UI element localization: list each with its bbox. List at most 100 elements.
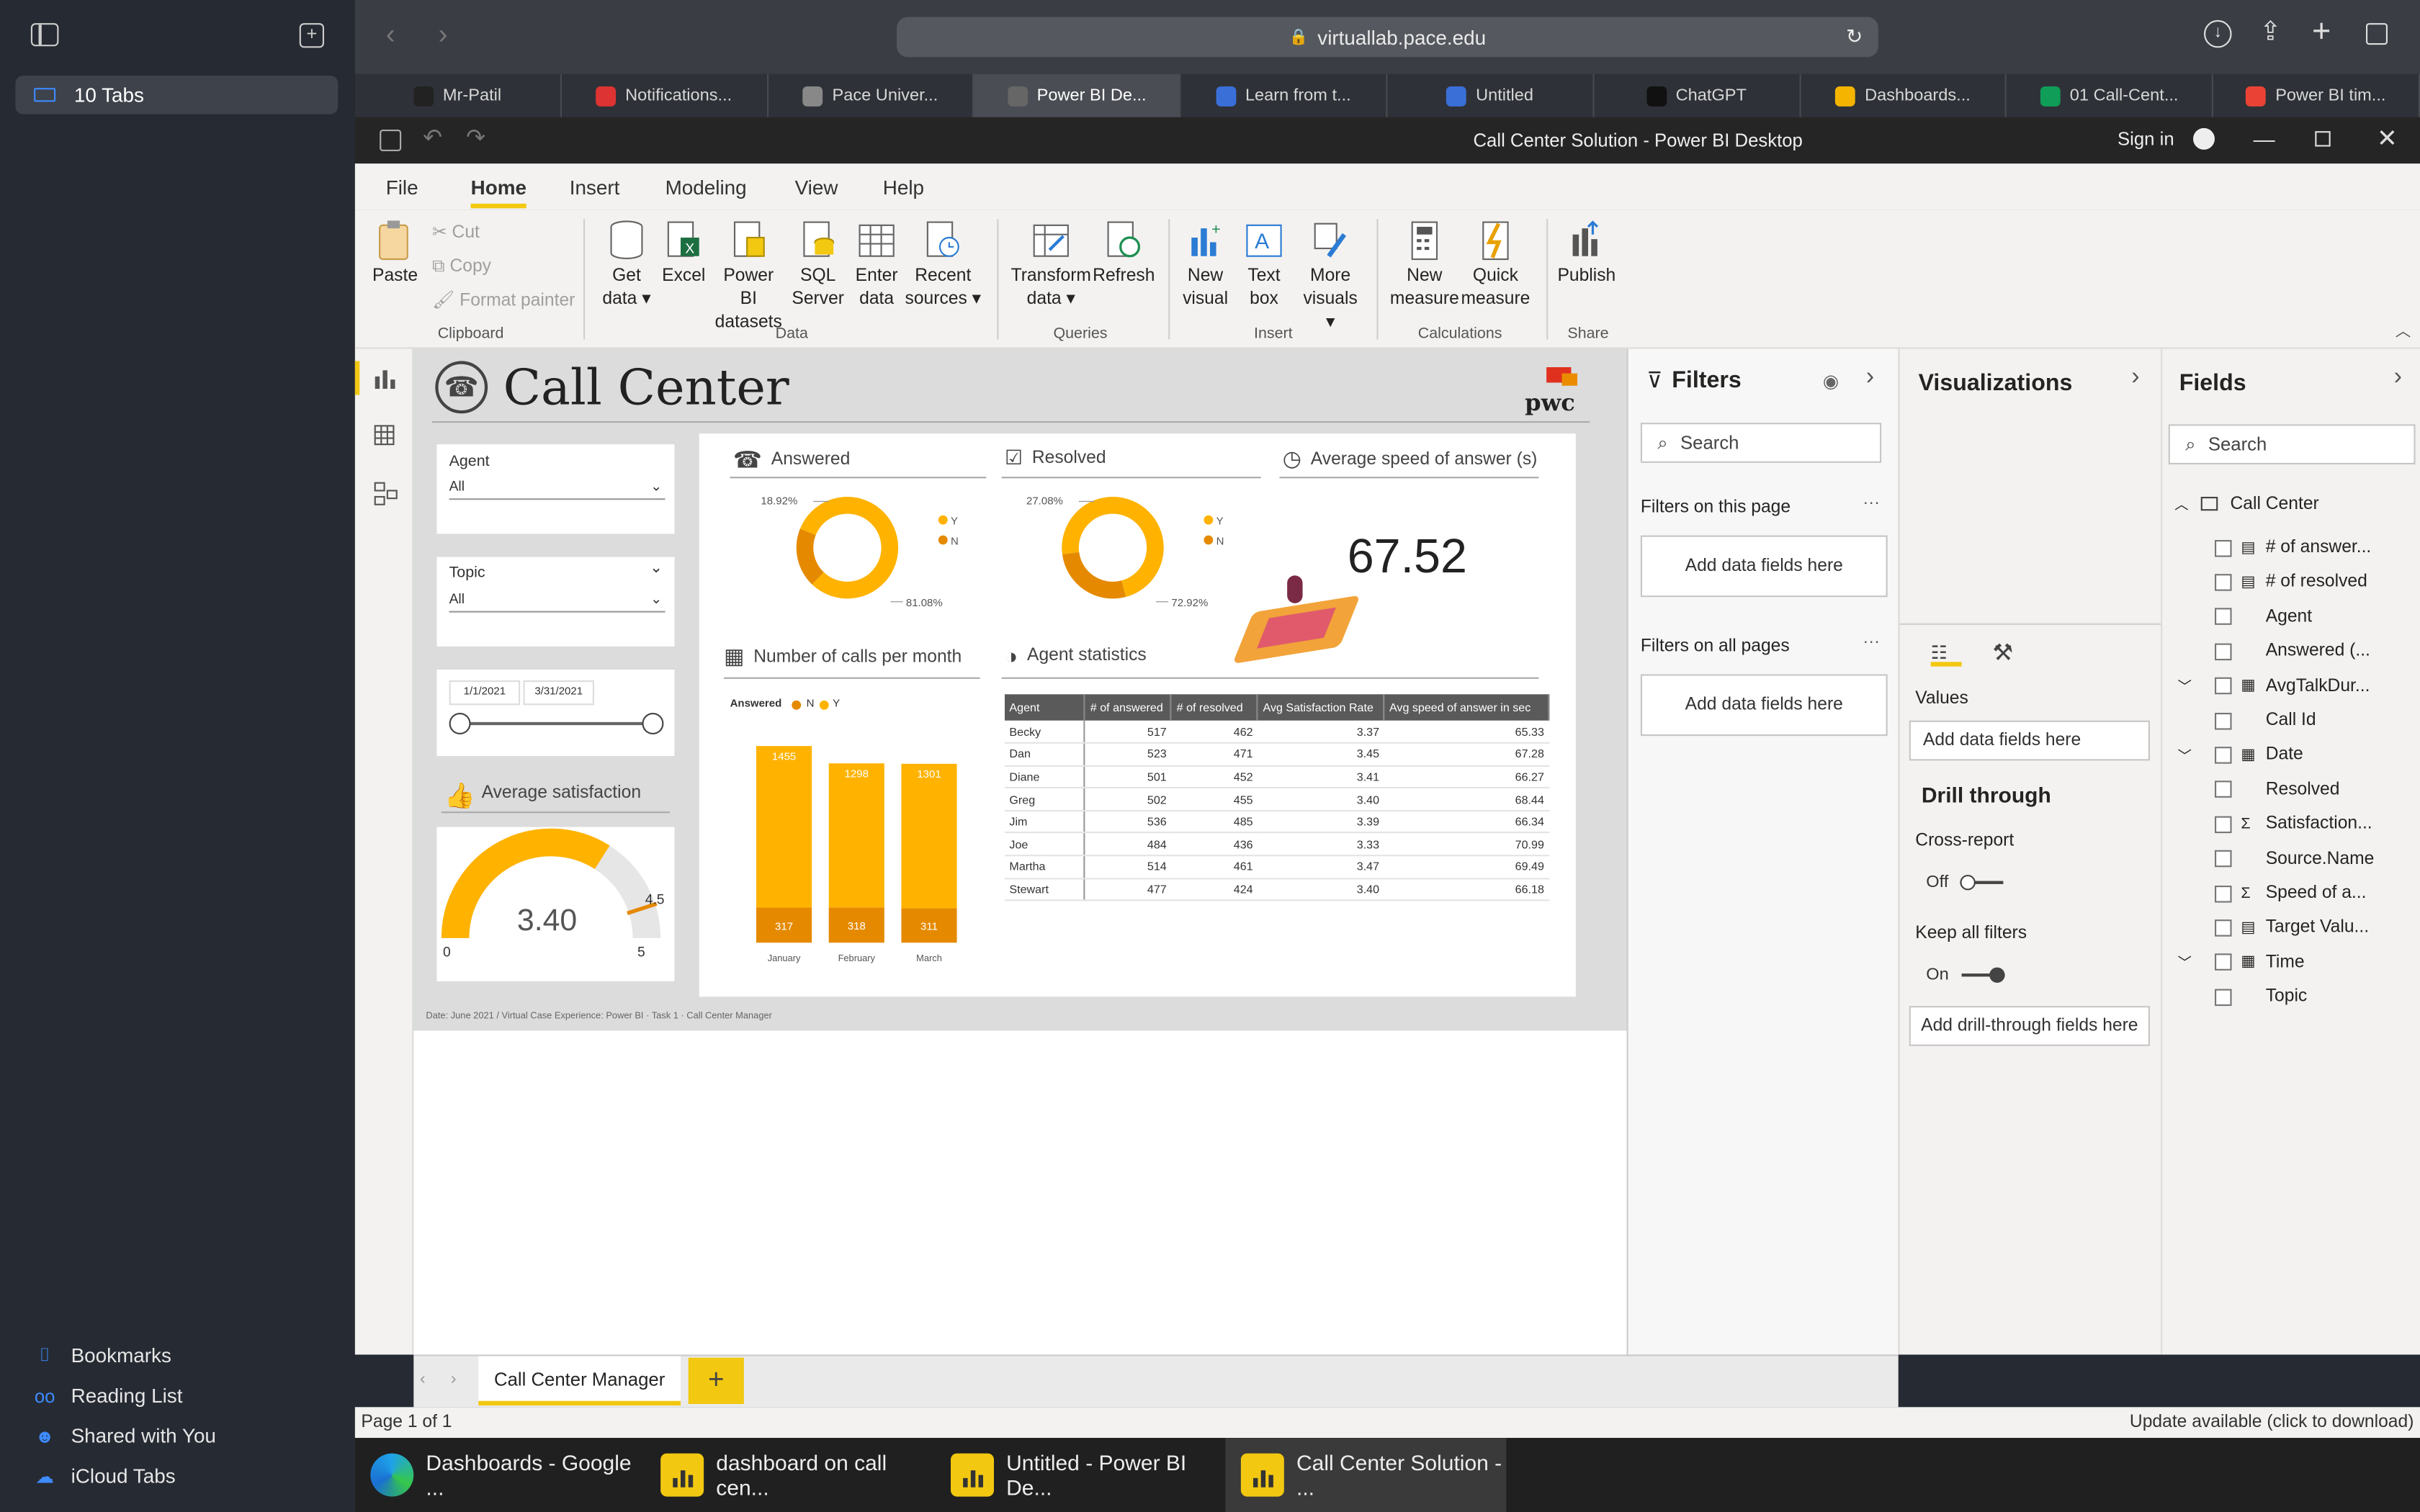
answered-donut[interactable]: 18.92% 81.08% YN [761,492,992,616]
date-slicer[interactable]: 1/1/2021 3/31/2021 [436,670,675,756]
next-page-icon[interactable]: › [451,1370,457,1389]
field-item[interactable]: Answered (... [2215,642,2370,661]
more-visuals-button[interactable]: More visuals ▾ [1296,219,1364,335]
expand-chevron-icon[interactable]: ﹀ [2178,745,2192,765]
browser-tab[interactable]: Power BI De... [974,73,1181,117]
donut-slice-n[interactable] [1062,552,1126,599]
transform-data-button[interactable]: Transform data ▾ [1009,219,1093,312]
ribbon-tab-home[interactable]: Home [470,176,526,209]
sidebar-toggle-icon[interactable] [30,23,59,47]
quick-measure-button[interactable]: Quick measure [1460,219,1531,312]
filters-on-all-drop[interactable]: Add data fields here [1640,674,1888,737]
cut-button[interactable]: ✂ Cut [432,222,480,246]
update-link[interactable]: Update available (click to download) [2130,1413,2414,1432]
filters-search[interactable]: ⌕ Search [1640,423,1882,463]
browser-tab[interactable]: Learn from t... [1181,73,1388,117]
calls-bar-chart[interactable]: 1455 317 January 1298 318 February 1301 311 Marc… [730,726,992,973]
report-page[interactable]: ☎ Call Center pwc Agent All ⌄ Topic ⌄ All… [413,348,1627,1031]
page-tab-call-center-manager[interactable]: Call Center Manager [478,1356,681,1406]
bar-y[interactable] [901,763,957,909]
table-header[interactable]: Avg Satisfaction Rate [1258,694,1385,721]
topic-slicer[interactable]: Topic ⌄ All ⌄ [436,557,675,647]
table-row[interactable]: Jim 536 485 3.39 66.34 [1005,810,1549,834]
paste-button[interactable]: Paste [367,219,423,288]
table-header[interactable]: # of resolved [1171,694,1259,721]
table-row[interactable]: Dan 523 471 3.45 67.28 [1005,742,1549,767]
get-data-button[interactable]: Get data ▾ [599,219,654,312]
ribbon-tab-file[interactable]: File [386,176,418,199]
agent-dropdown[interactable]: All ⌄ [449,478,666,500]
date-end-handle[interactable] [642,712,664,734]
browser-tab[interactable]: Power BI tim... [2213,73,2420,117]
agent-stats-table[interactable]: Agent # of answered # of resolved Avg Satis… [1005,694,1550,901]
table-row[interactable]: Martha 514 461 3.47 69.49 [1005,855,1549,879]
fields-well-tab-icon[interactable]: ☷ [1930,642,1962,667]
expand-chevron-icon[interactable]: ﹀ [2178,676,2192,696]
data-view-icon[interactable] [374,424,395,446]
ribbon-tab-view[interactable]: View [795,176,838,199]
recent-sources-button[interactable]: Recent sources ▾ [905,219,982,312]
browser-tab[interactable]: Notifications... [562,73,768,117]
filters-on-page-drop[interactable]: Add data fields here [1640,535,1888,598]
chevron-down-icon[interactable]: ⌄ [650,560,663,577]
fields-search[interactable]: ⌕ Search [2168,424,2416,464]
field-item[interactable]: Call Id [2215,711,2316,730]
sidebar-item-icloud[interactable]: ☁ iCloud Tabs [34,1464,176,1488]
field-item[interactable]: Source.Name [2215,850,2374,868]
table-header[interactable]: # of answered [1085,694,1173,721]
date-start-handle[interactable] [449,712,471,734]
new-tab-icon[interactable]: + [2312,14,2331,50]
table-row[interactable]: Becky 517 462 3.37 65.33 [1005,720,1549,744]
taskbar-pbi-2[interactable]: Untitled - Power BI De... [936,1438,1223,1512]
expand-viz-icon[interactable]: › [2131,364,2139,392]
field-item[interactable]: ﹀ ▦ Date [2178,746,2303,765]
table-header[interactable]: Avg speed of answer in sec [1384,694,1550,721]
signin-button[interactable]: Sign in [2118,127,2215,150]
copy-button[interactable]: ⧉ Copy [432,256,491,279]
table-call-center[interactable]: ︿ Call Center [2174,494,2318,514]
more-options-icon[interactable]: ··· [1863,494,1880,513]
date-start[interactable]: 1/1/2021 [449,680,521,706]
cross-report-toggle[interactable]: Off [1926,873,2004,892]
field-checkbox[interactable] [2215,919,2232,937]
keep-filters-toggle[interactable]: On [1926,966,2004,984]
enter-data-button[interactable]: Enter data [849,219,905,312]
field-item[interactable]: Resolved [2215,780,2339,799]
field-item[interactable]: ▤ # of resolved [2215,573,2367,592]
field-checkbox[interactable] [2215,953,2232,971]
table-row[interactable]: Greg 502 455 3.40 68.44 [1005,788,1549,811]
satisfaction-gauge[interactable]: 3.40 0 5 4.5 [436,827,675,981]
expand-filters-icon[interactable]: › [1866,364,1874,392]
field-checkbox[interactable] [2215,608,2232,626]
field-item[interactable]: Agent [2215,608,2312,626]
browser-tab[interactable]: Pace Univer... [768,73,974,117]
bar-y[interactable] [756,746,812,908]
browser-tab[interactable]: Untitled [1387,73,1595,117]
browser-tab[interactable]: ChatGPT [1594,73,1801,117]
table-row[interactable]: Diane 501 452 3.41 66.27 [1005,765,1549,789]
new-measure-button[interactable]: New measure [1389,219,1461,312]
expand-fields-icon[interactable]: › [2394,364,2402,392]
donut-slice-y[interactable] [799,497,899,599]
tab-overview-icon[interactable] [2366,23,2388,45]
collapse-ribbon-icon[interactable]: ︿ [2396,318,2411,341]
expand-chevron-icon[interactable]: ﹀ [2178,953,2192,973]
taskbar-pbi-active[interactable]: Call Center Solution - ... [1225,1438,1507,1512]
reload-icon[interactable]: ↻ [1846,24,1863,49]
format-tab-icon[interactable]: ⚒ [1992,639,2013,666]
drill-through-drop[interactable]: Add drill-through fields here [1909,1006,2150,1046]
field-checkbox[interactable] [2215,815,2232,833]
sidebar-item-bookmarks[interactable]: ⌷ Bookmarks [34,1344,171,1367]
ribbon-tab-modeling[interactable]: Modeling [666,176,747,199]
field-checkbox[interactable] [2215,850,2232,868]
taskbar-pbi-1[interactable]: dashboard on call cen... [645,1438,933,1512]
new-visual-button[interactable]: + New visual [1176,219,1234,312]
prev-page-icon[interactable]: ‹ [420,1370,426,1389]
pbi-datasets-button[interactable]: Power BI datasets [713,219,784,335]
field-checkbox[interactable] [2215,573,2232,591]
field-checkbox[interactable] [2215,780,2232,798]
share-icon[interactable]: ⇪ [2259,17,2282,48]
browser-tab[interactable]: 01 Call-Cent... [2007,73,2214,117]
field-item[interactable]: Σ Speed of a... [2215,884,2366,903]
add-page-button[interactable]: + [688,1357,744,1404]
